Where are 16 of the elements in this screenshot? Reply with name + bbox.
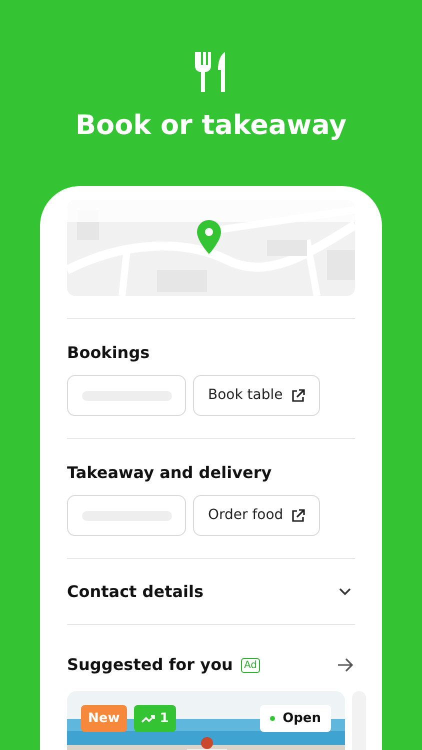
expandable-row[interactable]: Contact details (67, 559, 355, 624)
status-badge: Open (260, 705, 331, 732)
link-button[interactable]: Book table (193, 375, 320, 416)
arrow-right-icon[interactable] (337, 658, 353, 672)
section-title: Suggested for you (67, 654, 233, 676)
new-badge: New (81, 705, 127, 732)
link-button[interactable]: Order food (193, 495, 320, 536)
external-link-icon (290, 388, 305, 402)
headline: Book or takeaway (75, 109, 347, 143)
section-title: Bookings (67, 342, 151, 364)
ad-badge: Ad (240, 658, 260, 672)
section-title: Takeaway and delivery (67, 462, 273, 484)
trending-badge: 1 (134, 705, 176, 732)
restaurant-card[interactable]: New 1 Open (67, 691, 345, 750)
trend-icon (140, 714, 155, 723)
external-link-icon (291, 508, 306, 522)
